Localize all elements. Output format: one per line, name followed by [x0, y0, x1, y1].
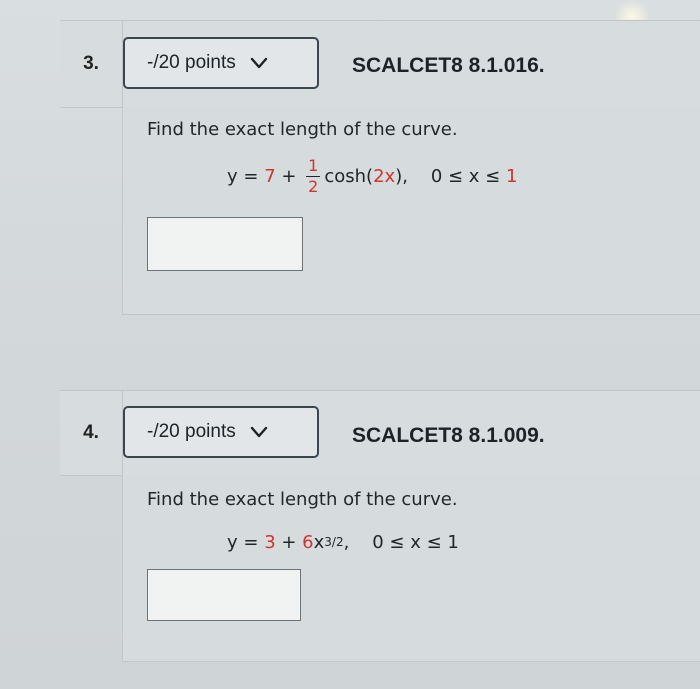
eq-range-end: 1 — [447, 531, 459, 553]
question-source: SCALCET8 8.1.016. — [352, 54, 545, 77]
eq-variable: x — [313, 531, 325, 553]
points-dropdown-button[interactable]: -/20 points — [123, 406, 319, 458]
eq-range: 0 ≤ x ≤ — [407, 165, 506, 187]
eq-coefficient: 6 — [302, 531, 314, 553]
eq-exponent: 3/2 — [324, 535, 344, 549]
eq-close: ), — [395, 165, 408, 187]
chevron-down-icon — [250, 426, 267, 438]
chevron-down-icon — [250, 57, 267, 69]
points-label: -/20 points — [147, 52, 236, 73]
question-3-panel: 3. -/20 points SCALCET8 8.1.016. Find th… — [60, 20, 700, 315]
points-label: -/20 points — [147, 421, 236, 442]
question-body: Find the exact length of the curve. y = … — [122, 107, 700, 315]
eq-argument: 2x — [373, 165, 396, 187]
eq-function: cosh( — [324, 165, 374, 187]
eq-plus: + — [275, 165, 303, 187]
question-source: SCALCET8 8.1.009. — [352, 424, 545, 447]
eq-plus: + — [275, 531, 303, 553]
eq-constant: 3 — [264, 531, 276, 553]
answer-input[interactable] — [147, 217, 303, 271]
question-body: Find the exact length of the curve. y = … — [122, 475, 700, 662]
question-number: 4. — [60, 391, 123, 475]
question-number: 3. — [60, 21, 123, 107]
eq-fraction-numerator: 1 — [306, 155, 321, 177]
eq-lhs: y = — [227, 531, 265, 553]
question-header: 4. -/20 points SCALCET8 8.1.009. — [60, 390, 700, 476]
question-4-panel: 4. -/20 points SCALCET8 8.1.009. Find th… — [60, 390, 700, 662]
eq-constant: 7 — [264, 165, 276, 187]
question-header: 3. -/20 points SCALCET8 8.1.016. — [60, 20, 700, 108]
question-prompt: Find the exact length of the curve. — [147, 489, 458, 510]
eq-range-end: 1 — [505, 165, 518, 187]
eq-fraction: 1 2 — [306, 155, 321, 196]
question-prompt: Find the exact length of the curve. — [147, 119, 458, 140]
answer-input[interactable] — [147, 569, 301, 621]
points-dropdown-button[interactable]: -/20 points — [123, 37, 319, 89]
curve-equation: y = 7 + 1 2 cosh( 2x ), 0 ≤ x ≤ 1 — [227, 153, 517, 199]
eq-range: 0 ≤ x ≤ — [349, 531, 448, 553]
eq-lhs: y = — [227, 165, 265, 187]
eq-fraction-denominator: 2 — [308, 176, 319, 196]
curve-equation: y = 3 + 6 x 3/2 , 0 ≤ x ≤ 1 — [227, 527, 459, 557]
